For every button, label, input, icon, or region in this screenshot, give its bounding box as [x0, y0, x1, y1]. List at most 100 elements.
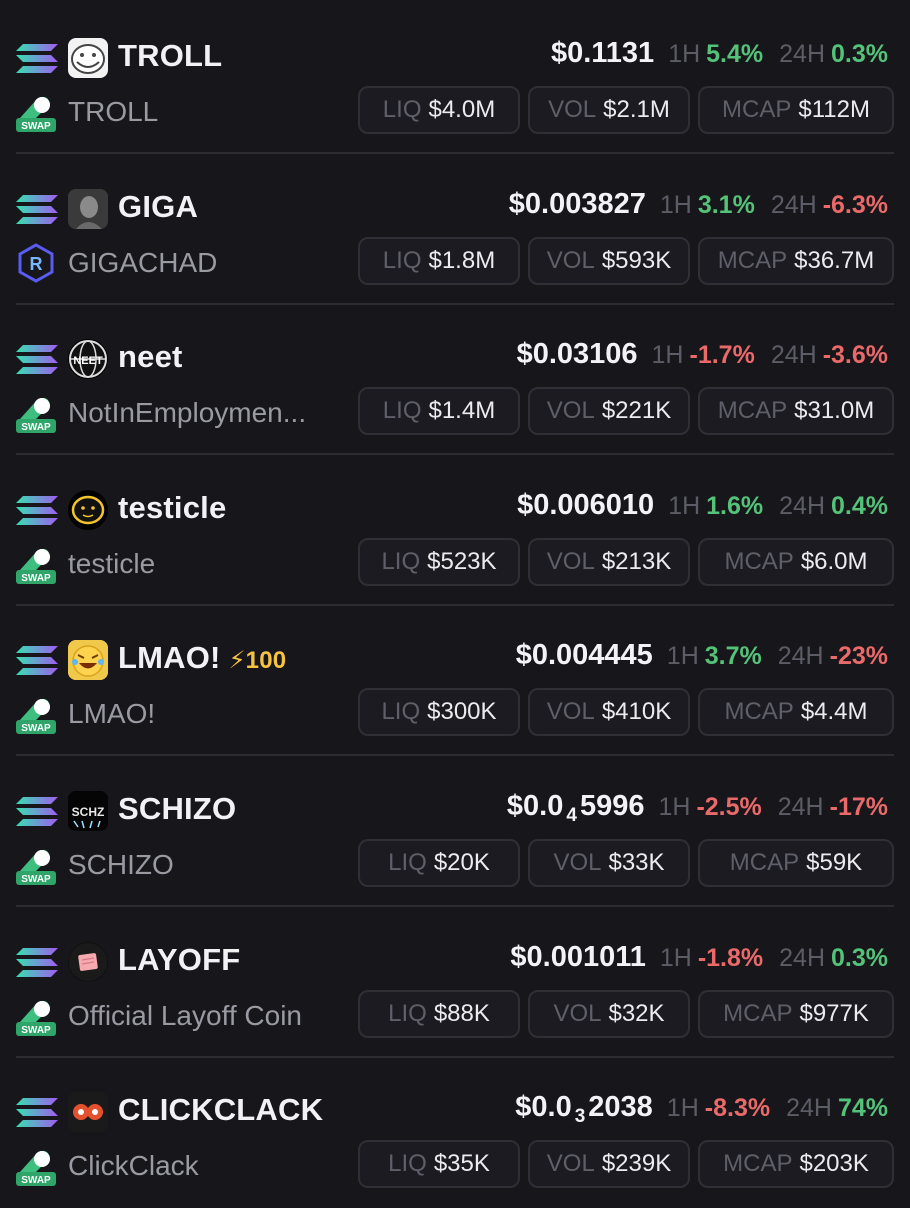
- token-symbol: neet: [118, 339, 183, 374]
- token-row[interactable]: SCHZ SCHIZO $0.0 4 5996 1H -2.5% 24H -17% SW…: [16, 757, 894, 907]
- volume-pill[interactable]: VOL $213K: [528, 538, 690, 586]
- svg-text:SWAP: SWAP: [21, 121, 51, 132]
- market-cap-pill[interactable]: MCAP $4.4M: [698, 688, 894, 736]
- change-1h: -8.3%: [704, 1094, 771, 1122]
- solana-icon: [16, 44, 58, 73]
- change-1h: 5.4%: [706, 40, 764, 68]
- token-name: TROLL: [68, 96, 159, 127]
- price-change-line: $0.1131 1H 5.4% 24H 0.3%: [550, 37, 888, 69]
- neet-globe-icon: NEET: [68, 339, 108, 379]
- volume-pill[interactable]: VOL $2.1M: [528, 86, 690, 134]
- clickclack-icon: [68, 1092, 108, 1132]
- svg-text:SWAP: SWAP: [21, 1025, 51, 1036]
- change-1h: -1.7%: [689, 341, 755, 369]
- volume-pill[interactable]: VOL $32K: [528, 990, 690, 1038]
- market-cap-pill[interactable]: MCAP $977K: [698, 990, 894, 1038]
- svg-text:SWAP: SWAP: [21, 1175, 51, 1186]
- swap-icon: SWAP: [16, 548, 56, 584]
- market-cap-pill[interactable]: MCAP $203K: [698, 1140, 894, 1188]
- volume-pill[interactable]: VOL $221K: [528, 387, 690, 435]
- token-price: $0.006010: [517, 489, 655, 521]
- price-change-line: $0.03106 1H -1.7% 24H -3.6%: [516, 338, 888, 370]
- token-row[interactable]: NEET neet $0.03106 1H -1.7% 24H -3.6% SWAP…: [16, 305, 894, 455]
- token-row[interactable]: CLICKCLACK $0.0 3 2038 1H -8.3% 24H 74% SWAP…: [16, 1058, 894, 1208]
- market-cap-pill[interactable]: MCAP $112M: [698, 86, 894, 134]
- token-row[interactable]: GIGA $0.003827 1H 3.1% 24H -6.3% R GIGACHA…: [16, 155, 894, 305]
- volume-pill[interactable]: VOL $33K: [528, 839, 690, 887]
- change-24h: -17%: [829, 793, 888, 821]
- liquidity-pill[interactable]: LIQ $300K: [358, 688, 520, 736]
- token-name: LMAO!: [68, 698, 156, 729]
- svg-text:SWAP: SWAP: [21, 874, 51, 885]
- token-price: $0.03106: [516, 338, 638, 370]
- price-change-line: $0.004445 1H 3.7% 24H -23%: [515, 639, 888, 671]
- token-name: GIGACHAD: [68, 247, 218, 278]
- token-symbol: CLICKCLACK: [118, 1092, 324, 1127]
- change-24h: -23%: [829, 642, 888, 670]
- price-change-line: $0.003827 1H 3.1% 24H -6.3%: [508, 188, 888, 220]
- change-1h: -1.8%: [697, 944, 764, 972]
- svg-text:SWAP: SWAP: [21, 573, 51, 584]
- change-24h: 74%: [837, 1094, 888, 1122]
- schizo-logo-icon: SCHZ: [68, 791, 108, 831]
- volume-pill[interactable]: VOL $593K: [528, 237, 690, 285]
- token-price: $0.0 4 5996: [506, 790, 645, 826]
- token-name: ClickClack: [68, 1150, 199, 1181]
- token-name: NotInEmploymen...: [68, 397, 307, 428]
- market-cap-pill[interactable]: MCAP $59K: [698, 839, 894, 887]
- laughing-emoji-icon: [68, 640, 108, 680]
- change-24h: 0.4%: [831, 492, 888, 520]
- swap-icon: SWAP: [16, 698, 56, 734]
- liquidity-pill[interactable]: LIQ $88K: [358, 990, 520, 1038]
- liquidity-pill[interactable]: LIQ $4.0M: [358, 86, 520, 134]
- token-symbol: testicle: [118, 490, 227, 525]
- market-cap-pill[interactable]: MCAP $36.7M: [698, 237, 894, 285]
- token-price: $0.004445: [515, 639, 653, 671]
- token-price: $0.001011: [510, 941, 646, 973]
- token-list: TROLL $0.1131 1H 5.4% 24H 0.3% SWAP TROLL …: [0, 0, 910, 1199]
- solana-icon: [16, 948, 58, 977]
- solana-icon: [16, 1098, 58, 1127]
- price-change-line: $0.006010 1H 1.6% 24H 0.4%: [517, 489, 888, 521]
- change-24h: 0.3%: [831, 40, 888, 68]
- volume-pill[interactable]: VOL $239K: [528, 1140, 690, 1188]
- token-symbol: LMAO! ⚡100: [118, 640, 287, 675]
- market-cap-pill[interactable]: MCAP $6.0M: [698, 538, 894, 586]
- liquidity-pill[interactable]: LIQ $20K: [358, 839, 520, 887]
- liquidity-pill[interactable]: LIQ $35K: [358, 1140, 520, 1188]
- swap-icon: SWAP: [16, 96, 56, 132]
- token-row[interactable]: TROLL $0.1131 1H 5.4% 24H 0.3% SWAP TROLL …: [16, 4, 894, 154]
- solana-icon: [16, 797, 58, 826]
- token-price: $0.0 3 2038: [515, 1091, 653, 1127]
- price-change-line: $0.0 3 2038 1H -8.3% 24H 74%: [515, 1091, 888, 1127]
- svg-text:SWAP: SWAP: [21, 723, 51, 734]
- swap-icon: SWAP: [16, 849, 56, 885]
- token-price: $0.003827: [508, 188, 646, 220]
- gigachad-icon: [68, 189, 108, 229]
- token-symbol: TROLL: [118, 38, 223, 73]
- solana-icon: [16, 345, 58, 374]
- token-name: testicle: [68, 548, 156, 579]
- token-row[interactable]: LAYOFF $0.001011 1H -1.8% 24H 0.3% SWAP Of…: [16, 908, 894, 1058]
- change-1h: 1.6%: [706, 492, 764, 520]
- boost-badge: ⚡100: [228, 647, 287, 674]
- liquidity-pill[interactable]: LIQ $1.8M: [358, 237, 520, 285]
- change-24h: 0.3%: [831, 944, 888, 972]
- token-row[interactable]: testicle $0.006010 1H 1.6% 24H 0.4% SWAP t…: [16, 456, 894, 606]
- liquidity-pill[interactable]: LIQ $1.4M: [358, 387, 520, 435]
- token-name: Official Layoff Coin: [68, 1000, 302, 1031]
- change-1h: 3.7%: [704, 642, 762, 670]
- market-cap-pill[interactable]: MCAP $31.0M: [698, 387, 894, 435]
- token-symbol: SCHIZO: [118, 791, 237, 826]
- svg-text:SWAP: SWAP: [21, 422, 51, 433]
- liquidity-pill[interactable]: LIQ $523K: [358, 538, 520, 586]
- swap-icon: SWAP: [16, 1150, 56, 1186]
- svg-text:SCHZ: SCHZ: [72, 805, 105, 819]
- token-symbol: LAYOFF: [118, 942, 241, 977]
- volume-pill[interactable]: VOL $410K: [528, 688, 690, 736]
- token-name: SCHIZO: [68, 849, 174, 880]
- swap-icon: SWAP: [16, 397, 56, 433]
- price-change-line: $0.001011 1H -1.8% 24H 0.3%: [510, 941, 888, 973]
- svg-text:NEET: NEET: [73, 355, 103, 367]
- token-row[interactable]: LMAO! ⚡100 $0.004445 1H 3.7% 24H -23% SWAP …: [16, 606, 894, 756]
